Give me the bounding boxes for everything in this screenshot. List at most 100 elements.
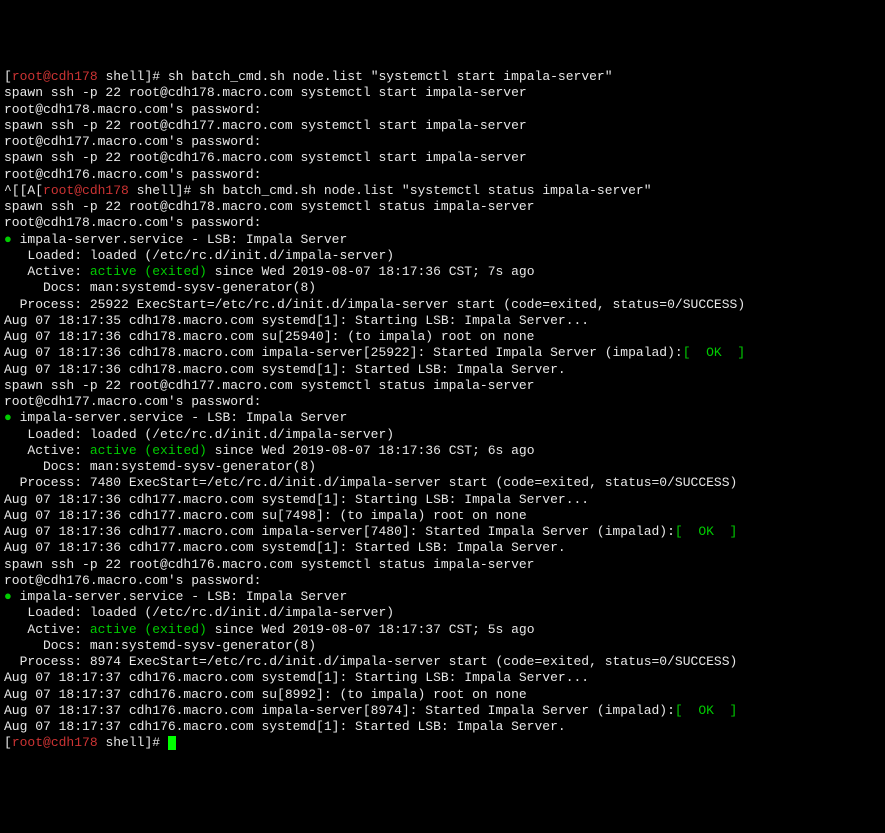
- terminal-line: Process: 25922 ExecStart=/etc/rc.d/init.…: [4, 297, 881, 313]
- terminal-text: Aug 07 18:17:35 cdh178.macro.com systemd…: [4, 313, 589, 328]
- terminal-text: Loaded: loaded (/etc/rc.d/init.d/impala-…: [4, 427, 394, 442]
- terminal-text: Loaded: loaded (/etc/rc.d/init.d/impala-…: [4, 248, 394, 263]
- terminal-text: active (exited): [90, 622, 207, 637]
- terminal-line: Loaded: loaded (/etc/rc.d/init.d/impala-…: [4, 248, 881, 264]
- terminal-line: Process: 8974 ExecStart=/etc/rc.d/init.d…: [4, 654, 881, 670]
- terminal-text: since Wed 2019-08-07 18:17:36 CST; 6s ag…: [207, 443, 535, 458]
- terminal-text: Docs: man:systemd-sysv-generator(8): [4, 459, 316, 474]
- terminal-text: [ OK ]: [675, 524, 737, 539]
- terminal-text: Aug 07 18:17:37 cdh176.macro.com su[8992…: [4, 687, 527, 702]
- terminal-line: Docs: man:systemd-sysv-generator(8): [4, 459, 881, 475]
- terminal-line: ● impala-server.service - LSB: Impala Se…: [4, 410, 881, 426]
- terminal-text: Loaded: loaded (/etc/rc.d/init.d/impala-…: [4, 605, 394, 620]
- terminal-text: Aug 07 18:17:36 cdh178.macro.com systemd…: [4, 362, 566, 377]
- terminal-line: root@cdh177.macro.com's password:: [4, 134, 881, 150]
- terminal-text: since Wed 2019-08-07 18:17:37 CST; 5s ag…: [207, 622, 535, 637]
- terminal-line: spawn ssh -p 22 root@cdh176.macro.com sy…: [4, 150, 881, 166]
- terminal-line: [root@cdh178 shell]#: [4, 735, 881, 751]
- terminal-text: root@cdh176.macro.com's password:: [4, 573, 261, 588]
- terminal-line: [root@cdh178 shell]# sh batch_cmd.sh nod…: [4, 69, 881, 85]
- terminal-line: Docs: man:systemd-sysv-generator(8): [4, 638, 881, 654]
- terminal-line: Aug 07 18:17:36 cdh178.macro.com su[2594…: [4, 329, 881, 345]
- terminal-text: root@cdh178: [12, 69, 98, 84]
- terminal-line: root@cdh178.macro.com's password:: [4, 215, 881, 231]
- terminal-line: Aug 07 18:17:36 cdh178.macro.com impala-…: [4, 345, 881, 361]
- terminal-line: ● impala-server.service - LSB: Impala Se…: [4, 232, 881, 248]
- terminal-line: ● impala-server.service - LSB: Impala Se…: [4, 589, 881, 605]
- terminal-text: spawn ssh -p 22 root@cdh178.macro.com sy…: [4, 199, 535, 214]
- terminal-line: Process: 7480 ExecStart=/etc/rc.d/init.d…: [4, 475, 881, 491]
- terminal-text: spawn ssh -p 22 root@cdh176.macro.com sy…: [4, 557, 535, 572]
- terminal-text: spawn ssh -p 22 root@cdh177.macro.com sy…: [4, 378, 535, 393]
- terminal-text: ]#: [144, 735, 167, 750]
- cursor-icon: [168, 736, 176, 750]
- terminal-line: spawn ssh -p 22 root@cdh177.macro.com sy…: [4, 118, 881, 134]
- terminal-line: Active: active (exited) since Wed 2019-0…: [4, 622, 881, 638]
- terminal-text: impala-server.service - LSB: Impala Serv…: [12, 232, 347, 247]
- terminal-text: Active:: [4, 443, 90, 458]
- terminal-text: Process: 25922 ExecStart=/etc/rc.d/init.…: [4, 297, 745, 312]
- terminal-text: spawn ssh -p 22 root@cdh178.macro.com sy…: [4, 85, 527, 100]
- terminal-line: Aug 07 18:17:37 cdh176.macro.com impala-…: [4, 703, 881, 719]
- terminal-text: Active:: [4, 622, 90, 637]
- terminal-text: ]# sh batch_cmd.sh node.list "systemctl …: [176, 183, 652, 198]
- terminal-line: Aug 07 18:17:37 cdh176.macro.com systemd…: [4, 719, 881, 735]
- terminal-line: spawn ssh -p 22 root@cdh178.macro.com sy…: [4, 199, 881, 215]
- terminal-text: [ OK ]: [675, 703, 737, 718]
- terminal-line: ^[[A[root@cdh178 shell]# sh batch_cmd.sh…: [4, 183, 881, 199]
- terminal-text: Aug 07 18:17:37 cdh176.macro.com systemd…: [4, 670, 589, 685]
- terminal-line: spawn ssh -p 22 root@cdh178.macro.com sy…: [4, 85, 881, 101]
- terminal-text: Aug 07 18:17:37 cdh176.macro.com systemd…: [4, 719, 566, 734]
- terminal-text: shell: [98, 69, 145, 84]
- terminal-line: Aug 07 18:17:37 cdh176.macro.com systemd…: [4, 670, 881, 686]
- terminal-line: spawn ssh -p 22 root@cdh177.macro.com sy…: [4, 378, 881, 394]
- terminal-text: shell: [98, 735, 145, 750]
- terminal-text: spawn ssh -p 22 root@cdh176.macro.com sy…: [4, 150, 527, 165]
- terminal-text: ●: [4, 589, 12, 604]
- terminal-text: Aug 07 18:17:36 cdh178.macro.com su[2594…: [4, 329, 535, 344]
- terminal-line: Aug 07 18:17:37 cdh176.macro.com su[8992…: [4, 687, 881, 703]
- terminal-text: Aug 07 18:17:36 cdh177.macro.com systemd…: [4, 492, 589, 507]
- terminal-line: Docs: man:systemd-sysv-generator(8): [4, 280, 881, 296]
- terminal-text: Process: 8974 ExecStart=/etc/rc.d/init.d…: [4, 654, 737, 669]
- terminal-text: active (exited): [90, 443, 207, 458]
- terminal-line: root@cdh176.macro.com's password:: [4, 573, 881, 589]
- terminal-text: shell: [129, 183, 176, 198]
- terminal-text: root@cdh178.macro.com's password:: [4, 215, 261, 230]
- terminal-line: Active: active (exited) since Wed 2019-0…: [4, 264, 881, 280]
- terminal-text: spawn ssh -p 22 root@cdh177.macro.com sy…: [4, 118, 527, 133]
- terminal-text: Aug 07 18:17:37 cdh176.macro.com impala-…: [4, 703, 675, 718]
- terminal-text: [: [4, 735, 12, 750]
- terminal-text: ●: [4, 410, 12, 425]
- terminal-text: ]# sh batch_cmd.sh node.list "systemctl …: [144, 69, 612, 84]
- terminal-text: root@cdh176.macro.com's password:: [4, 167, 261, 182]
- terminal-text: since Wed 2019-08-07 18:17:36 CST; 7s ag…: [207, 264, 535, 279]
- terminal-text: ^[[A[: [4, 183, 43, 198]
- terminal-text: Docs: man:systemd-sysv-generator(8): [4, 280, 316, 295]
- terminal-line: Aug 07 18:17:35 cdh178.macro.com systemd…: [4, 313, 881, 329]
- terminal-text: impala-server.service - LSB: Impala Serv…: [12, 589, 347, 604]
- terminal-line: Aug 07 18:17:36 cdh178.macro.com systemd…: [4, 362, 881, 378]
- terminal-line: Aug 07 18:17:36 cdh177.macro.com impala-…: [4, 524, 881, 540]
- terminal-text: root@cdh177.macro.com's password:: [4, 134, 261, 149]
- terminal-text: Process: 7480 ExecStart=/etc/rc.d/init.d…: [4, 475, 737, 490]
- terminal-line: spawn ssh -p 22 root@cdh176.macro.com sy…: [4, 557, 881, 573]
- terminal-line: root@cdh177.macro.com's password:: [4, 394, 881, 410]
- terminal-line: Active: active (exited) since Wed 2019-0…: [4, 443, 881, 459]
- terminal-text: Aug 07 18:17:36 cdh177.macro.com su[7498…: [4, 508, 527, 523]
- terminal-text: root@cdh177.macro.com's password:: [4, 394, 261, 409]
- terminal-line: Loaded: loaded (/etc/rc.d/init.d/impala-…: [4, 605, 881, 621]
- terminal-text: Aug 07 18:17:36 cdh177.macro.com impala-…: [4, 524, 675, 539]
- terminal-line: Aug 07 18:17:36 cdh177.macro.com systemd…: [4, 540, 881, 556]
- terminal-line: Loaded: loaded (/etc/rc.d/init.d/impala-…: [4, 427, 881, 443]
- terminal-text: Aug 07 18:17:36 cdh178.macro.com impala-…: [4, 345, 683, 360]
- terminal-line: root@cdh178.macro.com's password:: [4, 102, 881, 118]
- terminal-text: [: [4, 69, 12, 84]
- terminal-text: Docs: man:systemd-sysv-generator(8): [4, 638, 316, 653]
- terminal-text: Active:: [4, 264, 90, 279]
- terminal-line: root@cdh176.macro.com's password:: [4, 167, 881, 183]
- terminal-text: root@cdh178: [43, 183, 129, 198]
- terminal-text: [ OK ]: [683, 345, 745, 360]
- terminal-output[interactable]: [root@cdh178 shell]# sh batch_cmd.sh nod…: [4, 69, 881, 752]
- terminal-text: root@cdh178.macro.com's password:: [4, 102, 261, 117]
